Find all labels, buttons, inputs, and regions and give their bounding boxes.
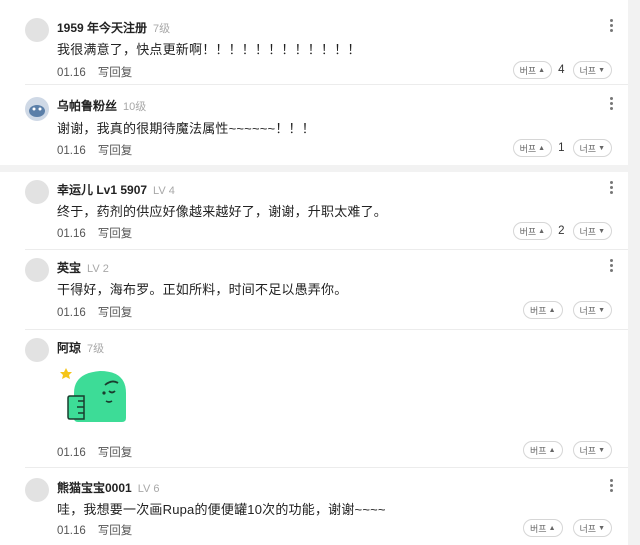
arrow-down-icon: ▼ [598, 66, 605, 74]
more-options-icon[interactable] [610, 19, 614, 33]
comment-author[interactable]: 阿琼 7级 [57, 339, 104, 356]
arrow-down-icon: ▼ [598, 144, 605, 152]
comment-text: 终于，药剂的供应好像越来越好了，谢谢，升职太难了。 [57, 204, 388, 219]
reply-button[interactable]: 写回复 [98, 307, 133, 319]
comment-author[interactable]: 1959 年今天注册 7级 [57, 19, 170, 36]
nerf-button[interactable]: 너프 ▼ [572, 222, 612, 240]
avatar[interactable] [25, 18, 49, 42]
nerf-button[interactable]: 너프 ▼ [572, 139, 612, 157]
buff-button[interactable]: 버프 ▲ [512, 61, 553, 79]
comment-text: 哇，我想要一次画Rupa的便便罐10次的功能，谢谢~~~~ [57, 502, 386, 517]
comment-meta: 01.16 写回复 [57, 225, 132, 241]
nerf-button[interactable]: 너프 ▼ [572, 61, 612, 79]
arrow-up-icon: ▲ [538, 144, 546, 152]
vote-count: 1 [558, 142, 565, 154]
nerf-button[interactable]: 너프 ▼ [572, 441, 612, 459]
arrow-up-icon: ▲ [548, 524, 556, 532]
user-level: LV 6 [137, 483, 160, 495]
buff-button[interactable]: 버프 ▲ [512, 139, 553, 157]
reply-button[interactable]: 写回复 [98, 67, 133, 79]
comment-meta: 01.16 写回复 [57, 304, 132, 320]
comment-text: 谢谢，我真的很期待魔法属性~~~~~~！！！ [57, 121, 315, 136]
reply-button[interactable]: 写回复 [98, 525, 133, 537]
comment-author[interactable]: 熊猫宝宝0001 LV 6 [57, 479, 160, 496]
vote-actions: 버프 ▲ 2 너프 ▼ [512, 222, 612, 240]
arrow-down-icon: ▼ [598, 306, 605, 314]
more-options-icon[interactable] [610, 181, 614, 195]
buff-button[interactable]: 버프 ▲ [523, 519, 563, 537]
comment-item: 乌帕鲁粉丝 10级 谢谢，我真的很期待魔法属性~~~~~~！！！ 01.16 写回复… [0, 85, 628, 165]
comment-meta: 01.16 写回复 [57, 444, 132, 460]
comment-author[interactable]: 乌帕鲁粉丝 10级 [57, 97, 146, 114]
user-level: 10级 [123, 101, 147, 113]
comment-author[interactable]: 幸运儿 Lv1 5907 LV 4 [57, 181, 175, 198]
user-level: 7级 [153, 23, 171, 35]
comment-text: 干得好，海布罗。正如所料，时间不足以愚弄你。 [57, 282, 348, 297]
arrow-down-icon: ▼ [598, 524, 605, 532]
comment-text: 我很满意了，快点更新啊！！！！！！！！！！！！ [57, 42, 361, 57]
more-options-icon[interactable] [610, 259, 614, 273]
vote-actions: 버프 ▲ 4 너프 ▼ [512, 61, 612, 79]
buff-button[interactable]: 버프 ▲ [512, 222, 553, 240]
comment-meta: 01.16 写回复 [57, 142, 132, 158]
avatar[interactable] [25, 478, 49, 502]
arrow-up-icon: ▲ [548, 306, 556, 314]
comment-meta: 01.16 写回复 [57, 64, 132, 80]
green-character-sticker [60, 363, 132, 423]
comment-item: 熊猫宝宝0001 LV 6 哇，我想要一次画Rupa的便便罐10次的功能，谢谢~~… [0, 468, 628, 545]
comment-date: 01.16 [57, 145, 86, 157]
vote-actions: 버프 ▲ 1 너프 ▼ [512, 139, 612, 157]
comment-group-1: 1959 年今天注册 7级 我很满意了，快点更新啊！！！！！！！！！！！！ 01.… [0, 0, 628, 165]
comment-item: 幸运儿 Lv1 5907 LV 4 终于，药剂的供应好像越来越好了，谢谢，升职太难… [0, 172, 628, 250]
user-level: 7级 [87, 343, 105, 355]
vote-count: 2 [558, 225, 565, 237]
reply-button[interactable]: 写回复 [98, 447, 133, 459]
more-options-icon[interactable] [610, 97, 614, 111]
vote-count: 4 [558, 64, 565, 76]
comment-item: 英宝 LV 2 干得好，海布罗。正如所料，时间不足以愚弄你。 01.16 写回复 버… [0, 250, 628, 330]
arrow-down-icon: ▼ [598, 227, 605, 235]
avatar[interactable] [25, 258, 49, 282]
nerf-button[interactable]: 너프 ▼ [572, 519, 612, 537]
more-options-icon[interactable] [610, 479, 614, 493]
arrow-up-icon: ▲ [538, 66, 546, 74]
vote-actions: 버프 ▲ 너프 ▼ [523, 301, 612, 319]
comment-item: 阿琼 7级 01.16 写回复 버프 ▲ 너프 ▼ [0, 330, 628, 467]
comment-group-2: 幸运儿 Lv1 5907 LV 4 终于，药剂的供应好像越来越好了，谢谢，升职太难… [0, 172, 628, 545]
arrow-up-icon: ▲ [548, 446, 556, 454]
user-level: LV 2 [87, 263, 109, 275]
comment-author[interactable]: 英宝 LV 2 [57, 259, 109, 276]
nerf-button[interactable]: 너프 ▼ [572, 301, 612, 319]
comment-date: 01.16 [57, 67, 86, 79]
buff-button[interactable]: 버프 ▲ [523, 441, 563, 459]
avatar[interactable] [25, 180, 49, 204]
vote-actions: 버프 ▲ 너프 ▼ [523, 441, 612, 459]
comment-date: 01.16 [57, 228, 86, 240]
reply-button[interactable]: 写回复 [98, 228, 133, 240]
comment-date: 01.16 [57, 447, 86, 459]
comment-date: 01.16 [57, 525, 86, 537]
buff-button[interactable]: 버프 ▲ [523, 301, 563, 319]
user-level: LV 4 [153, 185, 175, 197]
reply-button[interactable]: 写回复 [98, 145, 133, 157]
avatar[interactable] [25, 97, 49, 121]
comment-date: 01.16 [57, 307, 86, 319]
comment-meta: 01.16 写回复 [57, 522, 132, 538]
comment-item: 1959 年今天注册 7级 我很满意了，快点更新啊！！！！！！！！！！！！ 01.… [0, 0, 628, 85]
arrow-down-icon: ▼ [598, 446, 605, 454]
avatar[interactable] [25, 338, 49, 362]
arrow-up-icon: ▲ [538, 227, 546, 235]
vote-actions: 버프 ▲ 너프 ▼ [523, 519, 612, 537]
